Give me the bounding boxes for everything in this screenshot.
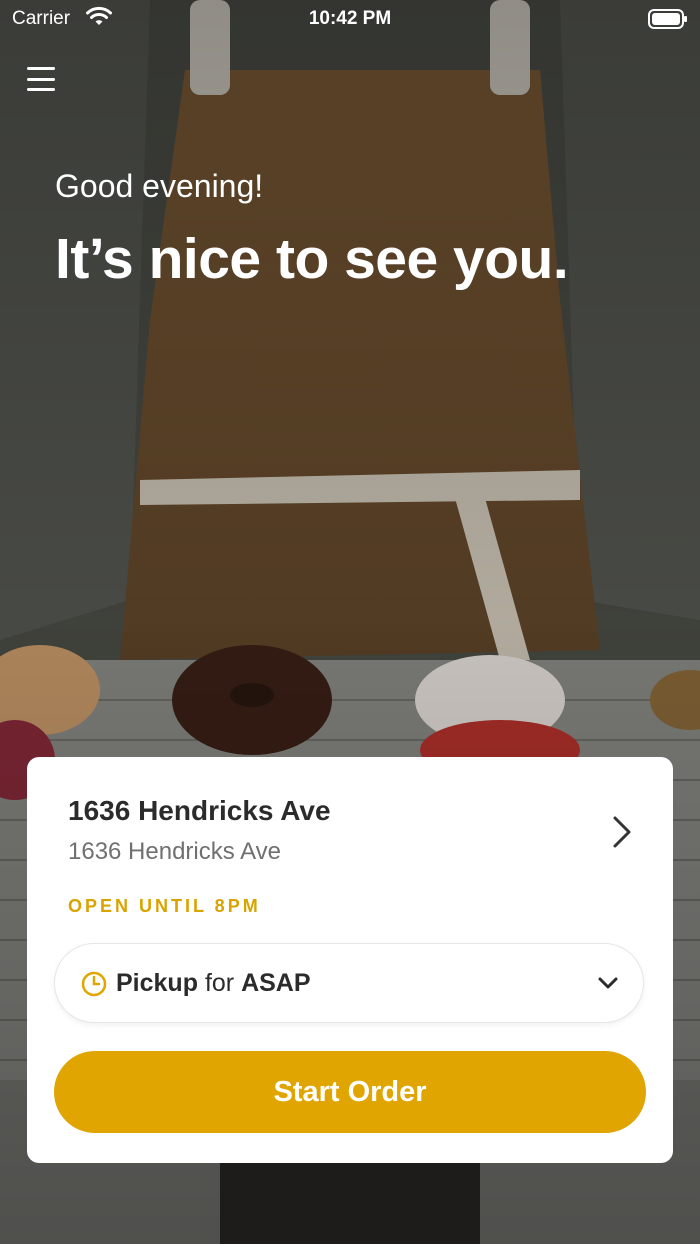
- store-card: 1636 Hendricks Ave 1636 Hendricks Ave OP…: [27, 757, 673, 1163]
- chevron-right-icon[interactable]: [609, 815, 635, 849]
- chevron-down-icon[interactable]: [597, 974, 619, 992]
- pickup-connector: for: [204, 969, 235, 997]
- pickup-time: ASAP: [241, 969, 311, 997]
- menu-line: [27, 77, 55, 81]
- store-hours: OPEN UNTIL 8PM: [68, 896, 261, 916]
- battery-icon: [648, 9, 688, 35]
- status-time: 10:42 PM: [308, 8, 392, 29]
- clock-icon: [81, 971, 107, 997]
- greeting-text: Good evening!: [55, 168, 264, 204]
- store-name[interactable]: 1636 Hendricks Ave: [68, 795, 331, 827]
- hamburger-menu-icon[interactable]: [24, 64, 58, 94]
- start-order-button[interactable]: Start Order: [54, 1051, 646, 1133]
- pickup-summary: Pickup for ASAP: [116, 969, 311, 998]
- menu-line: [27, 67, 55, 70]
- menu-line: [27, 88, 55, 91]
- store-address: 1636 Hendricks Ave: [68, 838, 282, 865]
- headline-text: It’s nice to see you.: [55, 227, 569, 291]
- pickup-time-selector[interactable]: Pickup for ASAP: [54, 943, 644, 1023]
- pickup-mode: Pickup: [116, 969, 198, 997]
- status-bar: Carrier 10:42 PM: [0, 0, 700, 40]
